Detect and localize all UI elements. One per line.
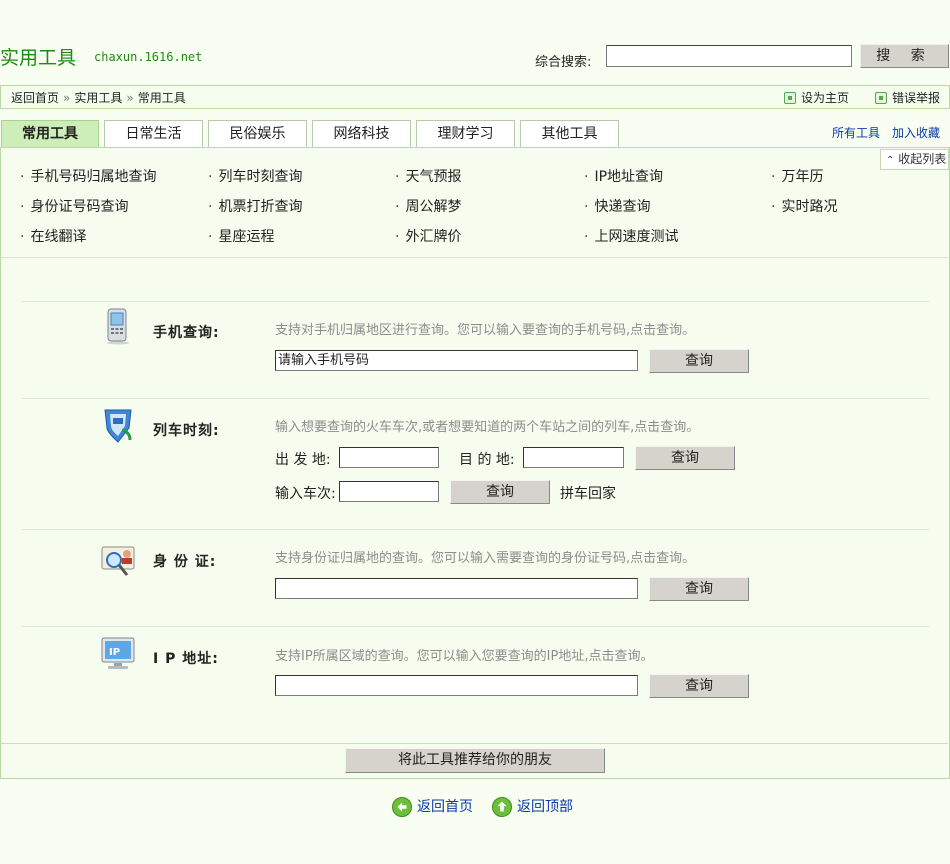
quick-link[interactable]: 机票打折查询 [208, 196, 302, 216]
quick-link[interactable]: 列车时刻查询 [208, 166, 302, 186]
up-arrow-icon[interactable] [492, 797, 512, 817]
set-home-link[interactable]: 设为主页 [784, 89, 849, 106]
divider [21, 626, 929, 627]
phone-query-button[interactable]: 查询 [649, 349, 749, 373]
mobile-phone-icon [107, 308, 129, 345]
quick-link[interactable]: 星座运程 [208, 226, 274, 246]
destination-label: 目 的 地: [459, 452, 515, 468]
train-number-query-button[interactable]: 查询 [450, 480, 550, 504]
tab-finance-study[interactable]: 理财学习 [416, 120, 515, 147]
tab-other-tools[interactable]: 其他工具 [520, 120, 619, 147]
search-button[interactable]: 搜 索 [860, 44, 949, 68]
ip-address-description: 支持IP所属区域的查询。您可以输入您要查询的IP地址,点击查询。 [275, 649, 654, 664]
quick-link[interactable]: 在线翻译 [20, 226, 86, 246]
tab-daily-life[interactable]: 日常生活 [104, 120, 203, 147]
search-label: 综合搜索: [535, 55, 592, 70]
set-home-label: 设为主页 [801, 91, 850, 105]
ip-address-label: I P 地址: [153, 651, 219, 667]
report-error-link[interactable]: 错误举报 [875, 89, 940, 106]
site-domain: chaxun.1616.net [94, 50, 203, 64]
breadcrumb: 返回首页» 实用工具» 常用工具 [11, 89, 186, 106]
breadcrumb-home[interactable]: 返回首页 [11, 91, 59, 105]
tab-network-tech[interactable]: 网络科技 [312, 120, 411, 147]
add-favorite-link[interactable]: 加入收藏 [892, 124, 940, 141]
breadcrumb-separator: » [126, 91, 134, 105]
collapse-label: 收起列表 [898, 152, 947, 166]
site-logo[interactable]: 实用工具 [0, 43, 76, 70]
quick-link[interactable]: 天气预报 [395, 166, 461, 186]
report-error-label: 错误举报 [892, 91, 941, 105]
id-card-label: 身 份 证: [153, 554, 217, 570]
phone-query-description: 支持对手机归属地区进行查询。您可以输入要查询的手机号码,点击查询。 [275, 323, 696, 338]
home-icon [784, 92, 796, 104]
departure-label: 出 发 地: [275, 452, 331, 468]
train-number-input[interactable] [339, 481, 439, 502]
collapse-list-button[interactable]: ⌃ 收起列表 [880, 149, 949, 170]
quick-link[interactable]: 外汇牌价 [395, 226, 461, 246]
id-card-query-button[interactable]: 查询 [649, 577, 749, 601]
quick-link[interactable]: 上网速度测试 [584, 226, 678, 246]
tab-folk-entertainment[interactable]: 民俗娱乐 [208, 120, 307, 147]
search-input[interactable] [606, 45, 852, 67]
quick-link[interactable]: 万年历 [771, 166, 823, 186]
quick-link[interactable]: 实时路况 [771, 196, 837, 216]
phone-number-input[interactable]: 请输入手机号码 [275, 350, 638, 371]
train-number-label: 输入车次: [275, 486, 336, 502]
breadcrumb-bar: 返回首页» 实用工具» 常用工具 设为主页 错误举报 [0, 85, 950, 109]
divider [21, 529, 929, 530]
tab-common-tools[interactable]: 常用工具 [1, 120, 99, 148]
quick-link[interactable]: 身份证号码查询 [20, 196, 128, 216]
divider [21, 301, 929, 302]
train-schedule-description: 输入想要查询的火车车次,或者想要知道的两个车站之间的列车,点击查询。 [275, 420, 700, 435]
back-top-link[interactable]: 返回顶部 [517, 796, 573, 816]
ip-query-button[interactable]: 查询 [649, 674, 749, 698]
ip-address-input[interactable] [275, 675, 638, 696]
destination-input[interactable] [523, 447, 624, 468]
phone-query-label: 手机查询: [153, 325, 220, 341]
double-chevron-up-icon: ⌃ [886, 155, 895, 166]
shield-train-icon [104, 409, 132, 443]
quick-link[interactable]: 手机号码归属地查询 [20, 166, 156, 186]
quick-link[interactable]: IP地址查询 [584, 166, 663, 186]
id-card-description: 支持身份证归属地的查询。您可以输入需要查询的身份证号码,点击查询。 [275, 551, 696, 566]
departure-input[interactable] [339, 447, 439, 468]
recommend-to-friend-button[interactable]: 将此工具推荐给你的朋友 [345, 748, 605, 773]
id-card-input[interactable] [275, 578, 638, 599]
ip-monitor-icon: IP [101, 637, 135, 669]
back-arrow-icon[interactable] [392, 797, 412, 817]
back-home-link[interactable]: 返回首页 [417, 796, 473, 816]
breadcrumb-current: 常用工具 [137, 91, 186, 105]
divider [21, 398, 929, 399]
report-icon [875, 92, 887, 104]
all-tools-link[interactable]: 所有工具 [832, 124, 880, 141]
svg-text:IP: IP [109, 647, 120, 658]
carpool-link[interactable]: 拼车回家 [560, 483, 616, 503]
station-query-button[interactable]: 查询 [635, 446, 735, 470]
quick-link[interactable]: 快递查询 [584, 196, 650, 216]
breadcrumb-tools[interactable]: 实用工具 [74, 91, 122, 105]
quick-link[interactable]: 周公解梦 [395, 196, 461, 216]
breadcrumb-separator: » [63, 91, 71, 105]
train-schedule-label: 列车时刻: [153, 423, 220, 439]
id-card-search-icon [101, 546, 135, 576]
